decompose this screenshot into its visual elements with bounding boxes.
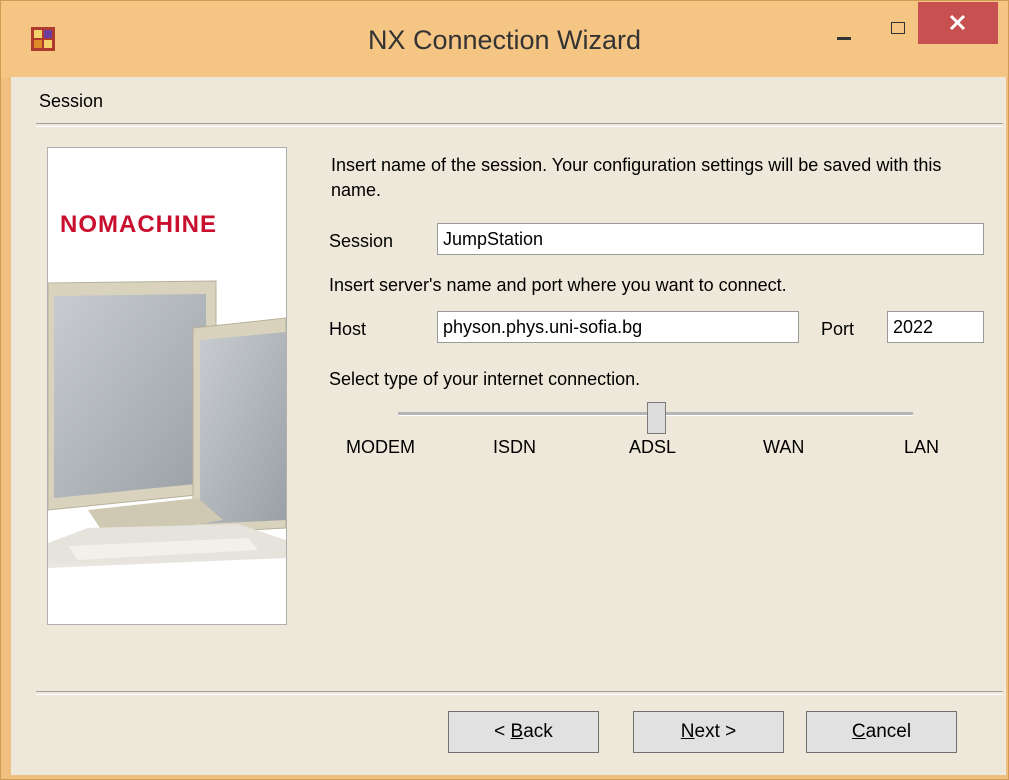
monitors-illustration [48,280,286,624]
session-label: Session [329,231,394,251]
port-label: Port [821,319,855,339]
minimize-icon [837,37,851,40]
slider-thumb[interactable] [647,402,666,434]
back-button[interactable]: < Back [448,711,599,753]
minimize-button[interactable] [819,7,875,49]
wizard-client-area: Session NOMACHINE Insert name of the ses… [11,77,1006,775]
header-divider [36,123,1003,127]
back-button-prefix: < [494,721,511,742]
session-intro-text: Insert name of the session. Your configu… [331,155,942,200]
slider-tick-lan: LAN [904,437,940,457]
session-name-input[interactable]: JumpStation [437,223,984,255]
maximize-icon [891,22,905,34]
back-button-label: ack [523,721,553,742]
next-button-mnemonic: N [680,721,695,742]
server-intro-text: Insert server's name and port where you … [329,275,787,295]
cancel-button[interactable]: Cancel [806,711,957,753]
footer-divider [36,691,1003,695]
nomachine-side-panel: NOMACHINE [47,147,287,625]
cancel-button-label: ancel [865,721,912,742]
cancel-button-mnemonic: C [851,721,866,742]
title-bar[interactable]: NX Connection Wizard [1,1,1008,77]
port-input[interactable]: 2022 [887,311,984,343]
host-input[interactable]: physon.phys.uni-sofia.bg [437,311,799,343]
slider-tick-isdn: ISDN [493,437,537,457]
wizard-window: NX Connection Wizard Session NOMACHINE I… [0,0,1009,780]
host-label: Host [329,319,367,339]
page-header-label: Session [39,91,104,111]
close-button[interactable] [918,2,998,44]
next-button-label: ext > [694,721,737,742]
next-button[interactable]: Next > [633,711,784,753]
slider-tick-wan: WAN [763,437,805,457]
slider-tick-adsl: ADSL [629,437,677,457]
slider-tick-modem: MODEM [346,437,415,457]
back-button-mnemonic: B [510,721,524,742]
connection-intro-text: Select type of your internet connection. [329,369,641,389]
close-icon [949,14,966,31]
